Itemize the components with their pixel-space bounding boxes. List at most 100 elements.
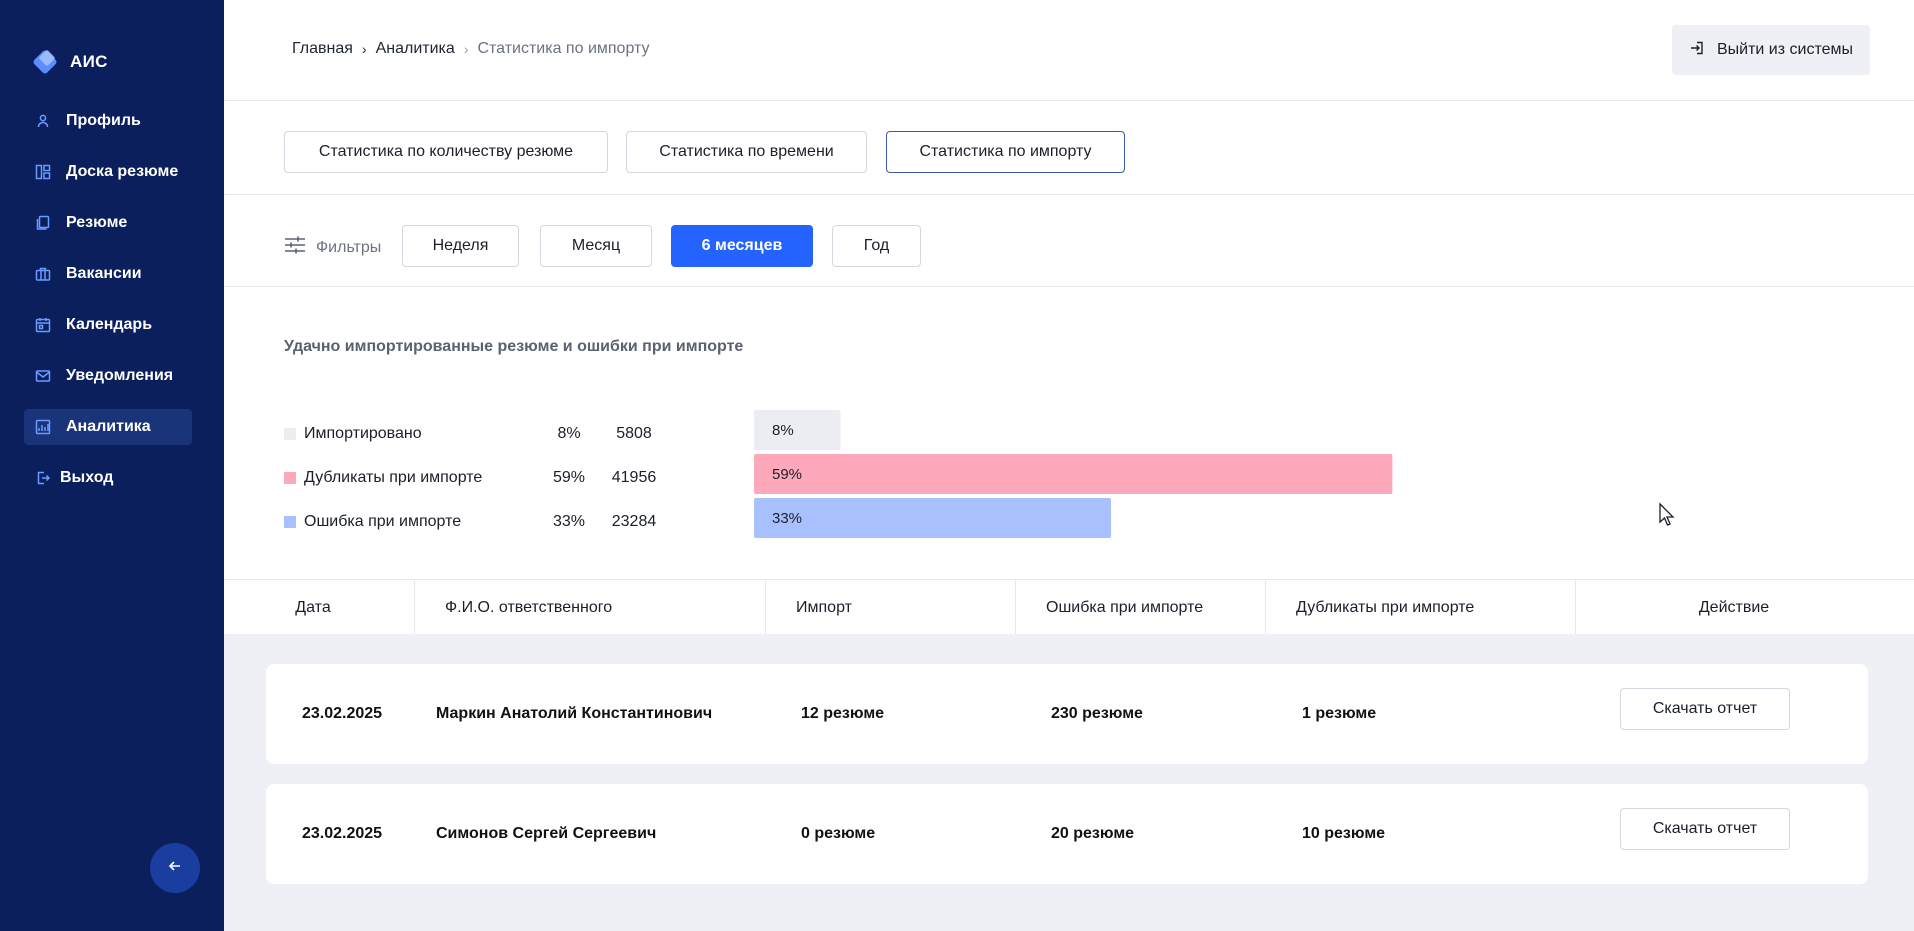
chevron-right-icon: ›: [361, 41, 367, 57]
filters-bar: Фильтры Неделя Месяц 6 месяцев Год: [224, 195, 1914, 287]
column-label: Дата: [295, 598, 331, 616]
period-6-months-button[interactable]: 6 месяцев: [671, 225, 813, 267]
legend-swatch: [284, 428, 296, 440]
breadcrumb-analytics[interactable]: Аналитика: [376, 40, 455, 58]
tab-label: Статистика по количеству резюме: [318, 143, 574, 160]
cell-date: 23.02.2025: [302, 825, 383, 842]
table-body: 23.02.2025 Маркин Анатолий Константинови…: [224, 634, 1914, 931]
column-header-date: Дата: [224, 580, 415, 635]
app-title: АИС: [70, 52, 108, 71]
tab-time[interactable]: Статистика по времени: [626, 131, 867, 173]
chart-icon: [34, 418, 52, 436]
chart-bar-0: [754, 410, 841, 450]
legend-count: 41956: [611, 469, 657, 486]
period-label: Месяц: [571, 237, 621, 254]
cell-errors: 20 резюме: [1051, 825, 1135, 842]
legend-percent: 59%: [552, 469, 586, 486]
sidebar-item-calendar[interactable]: Календарь: [24, 307, 192, 343]
chart-data-label-2: 33%: [772, 510, 802, 527]
legend-swatch: [284, 516, 296, 528]
tab-label: Статистика по времени: [659, 143, 834, 160]
sidebar-item-label: Календарь: [66, 316, 153, 333]
legend-row-errors: Ошибка при импорте 33% 23284: [284, 502, 704, 542]
column-header-import: Импорт: [766, 580, 1016, 635]
breadcrumb-home[interactable]: Главная: [292, 40, 353, 58]
sidebar-item-label: Аналитика: [66, 418, 151, 435]
sidebar-item-resume[interactable]: Резюме: [24, 205, 192, 241]
legend-row-duplicates: Дубликаты при импорте 59% 41956: [284, 458, 704, 498]
period-label: 6 месяцев: [701, 237, 783, 254]
column-label: Ф.И.О. ответственного: [445, 598, 613, 616]
mouse-cursor-icon: [1659, 502, 1675, 526]
sidebar-item-vacancies[interactable]: Вакансии: [24, 256, 192, 292]
sidebar-item-exit[interactable]: Выход: [24, 460, 192, 496]
period-week-button[interactable]: Неделя: [402, 225, 519, 267]
column-header-duplicates: Дубликаты при импорте: [1266, 580, 1576, 635]
period-label: Неделя: [432, 237, 489, 254]
column-header-responsible: Ф.И.О. ответственного: [415, 580, 766, 635]
board-icon: [34, 163, 52, 181]
period-label: Год: [863, 237, 890, 254]
collapse-sidebar-button[interactable]: [150, 843, 200, 893]
sidebar-item-label: Профиль: [66, 112, 141, 129]
download-report-button[interactable]: Скачать отчет: [1620, 688, 1790, 730]
period-month-button[interactable]: Месяц: [540, 225, 652, 267]
column-label: Ошибка при импорте: [1046, 598, 1204, 616]
user-icon: [34, 112, 52, 130]
logo-icon: [32, 49, 58, 75]
cell-date: 23.02.2025: [302, 705, 383, 722]
tab-resume-count[interactable]: Статистика по количеству резюме: [284, 131, 608, 173]
page-header: Главная › Аналитика › Статистика по импо…: [224, 0, 1914, 101]
sidebar-item-board[interactable]: Доска резюме: [24, 154, 192, 190]
logout-icon: [34, 469, 52, 487]
sidebar-nav: Профиль Доска резюме Резюме Вакансии Кал…: [24, 103, 192, 511]
chevron-right-icon: ›: [463, 41, 469, 57]
chart-data-label-1: 59%: [772, 466, 802, 483]
period-year-button[interactable]: Год: [832, 225, 921, 267]
sidebar-item-profile[interactable]: Профиль: [24, 103, 192, 139]
column-label: Дубликаты при импорте: [1296, 598, 1475, 616]
login-icon: [1689, 40, 1705, 61]
logout-button[interactable]: Выйти из системы: [1672, 25, 1870, 75]
download-report-button[interactable]: Скачать отчет: [1620, 808, 1790, 850]
table-row: 23.02.2025 Симонов Сергей Сергеевич 0 ре…: [266, 784, 1868, 884]
cell-responsible: Маркин Анатолий Константинович: [436, 705, 713, 722]
legend-row-imported: Импортировано 8% 5808: [284, 414, 704, 454]
column-label: Импорт: [796, 598, 852, 616]
sidebar-item-label: Уведомления: [66, 367, 174, 384]
table-header: Дата Ф.И.О. ответственного Импорт Ошибка…: [224, 579, 1914, 635]
sidebar-item-notifications[interactable]: Уведомления: [24, 358, 192, 394]
legend-label: Дубликаты при импорте: [304, 469, 483, 486]
legend-count: 23284: [611, 513, 657, 530]
arrow-left-icon: [167, 858, 183, 879]
filters-toggle[interactable]: Фильтры: [284, 235, 381, 260]
cell-duplicates: 10 резюме: [1302, 825, 1386, 842]
logout-label: Выйти из системы: [1716, 41, 1854, 58]
briefcase-icon: [34, 265, 52, 283]
sidebar-item-label: Вакансии: [66, 265, 142, 282]
mail-icon: [34, 367, 52, 385]
cell-import: 12 резюме: [801, 705, 885, 722]
stats-tabs: Статистика по количеству резюме Статисти…: [224, 101, 1914, 195]
chart-bar-2: [754, 498, 1112, 538]
documents-icon: [34, 214, 52, 232]
sidebar-item-analytics[interactable]: Аналитика: [24, 409, 192, 445]
cell-responsible: Симонов Сергей Сергеевич: [436, 825, 657, 842]
legend-percent: 8%: [557, 425, 581, 442]
app-logo[interactable]: АИС: [32, 49, 108, 75]
legend-percent: 33%: [552, 513, 586, 530]
button-label: Скачать отчет: [1652, 700, 1758, 717]
chart-bar-1: [754, 454, 1393, 494]
filters-label: Фильтры: [316, 238, 382, 256]
button-label: Скачать отчет: [1652, 820, 1758, 837]
sidebar-item-label: Доска резюме: [66, 163, 179, 180]
tab-import[interactable]: Статистика по импорту: [886, 131, 1125, 173]
cell-errors: 230 резюме: [1051, 705, 1143, 722]
breadcrumb: Главная › Аналитика › Статистика по импо…: [292, 40, 650, 58]
column-header-errors: Ошибка при импорте: [1016, 580, 1266, 635]
legend-label: Импортировано: [304, 425, 422, 442]
legend-count: 5808: [616, 425, 652, 442]
cell-import: 0 резюме: [801, 825, 876, 842]
calendar-icon: [34, 316, 52, 334]
table-row: 23.02.2025 Маркин Анатолий Константинови…: [266, 664, 1868, 764]
